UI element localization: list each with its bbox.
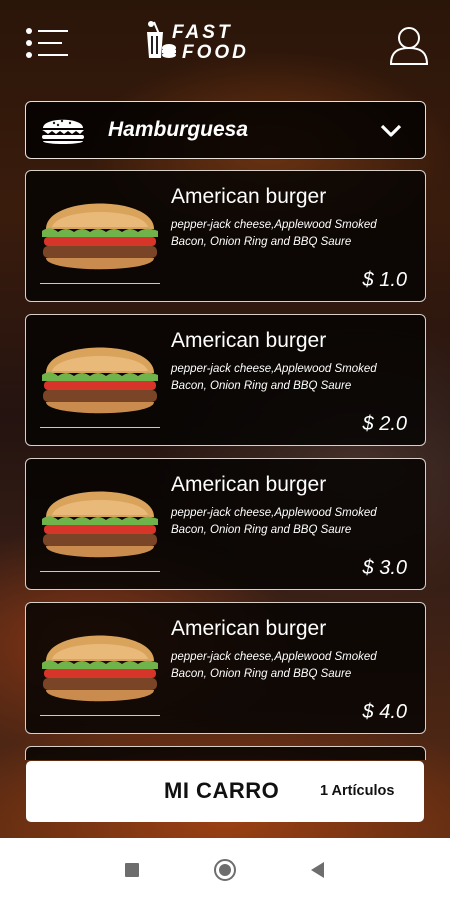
cart-item-count: 1 Artículos: [320, 783, 395, 799]
product-price: $ 2.0: [362, 413, 407, 435]
product-name: American burger: [171, 617, 327, 640]
recents-square-icon[interactable]: [125, 863, 139, 877]
product-description: pepper-jack cheese,Applewood Smoked Baco…: [171, 507, 377, 536]
burger-icon: [42, 119, 84, 144]
category-label: Hamburguesa: [108, 118, 249, 141]
burger-image: [42, 491, 158, 558]
fast-food-logo: FAST FOOD: [142, 20, 282, 64]
system-navigation-bar: [0, 838, 450, 900]
burger-image: [42, 347, 158, 414]
burger-image: [42, 635, 158, 702]
product-name: American burger: [171, 329, 327, 352]
cart-title: MI CARRO: [164, 778, 280, 803]
product-price: $ 3.0: [362, 557, 407, 579]
product-card[interactable]: American burger pepper-jack cheese,Apple…: [25, 314, 426, 446]
cart-button[interactable]: MI CARRO 1 Artículos: [26, 761, 424, 822]
category-dropdown[interactable]: Hamburguesa: [25, 101, 426, 159]
product-card-partial[interactable]: [25, 746, 426, 760]
drink-cup-icon: [147, 21, 176, 58]
product-list: American burger pepper-jack cheese,Apple…: [25, 170, 426, 760]
chevron-down-icon[interactable]: [380, 120, 402, 140]
logo-text-fast: FAST: [172, 22, 233, 43]
product-description: pepper-jack cheese,Applewood Smoked Baco…: [171, 363, 377, 392]
image-divider: [40, 715, 160, 716]
hamburger-menu-icon[interactable]: [26, 26, 70, 60]
back-triangle-icon[interactable]: [311, 862, 324, 878]
image-divider: [40, 427, 160, 428]
product-name: American burger: [171, 185, 327, 208]
burger-image: [42, 203, 158, 270]
image-divider: [40, 283, 160, 284]
product-card[interactable]: American burger pepper-jack cheese,Apple…: [25, 170, 426, 302]
product-price: $ 4.0: [362, 701, 407, 723]
image-divider: [40, 571, 160, 572]
product-description: pepper-jack cheese,Applewood Smoked Baco…: [171, 651, 377, 680]
product-card[interactable]: American burger pepper-jack cheese,Apple…: [25, 458, 426, 590]
product-name: American burger: [171, 473, 327, 496]
product-description: pepper-jack cheese,Applewood Smoked Baco…: [171, 219, 377, 248]
product-price: $ 1.0: [362, 269, 407, 291]
app-screen: FAST FOOD Hamburguesa American burger pe…: [0, 0, 450, 838]
logo-text-food: FOOD: [182, 42, 249, 63]
user-icon[interactable]: [389, 24, 429, 66]
home-circle-icon[interactable]: [214, 859, 236, 881]
product-card[interactable]: American burger pepper-jack cheese,Apple…: [25, 602, 426, 734]
